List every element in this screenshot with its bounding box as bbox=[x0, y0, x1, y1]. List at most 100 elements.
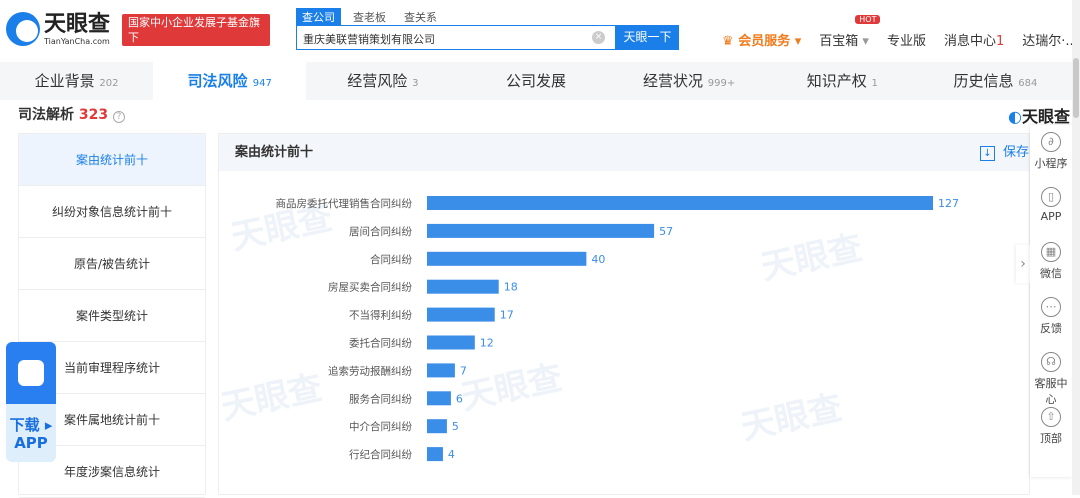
tab-count: 1 bbox=[871, 78, 878, 89]
vip-service-menu[interactable]: ♛ 会员服务 ▾ bbox=[722, 30, 801, 49]
section-heading: 司法解析 323 ? bbox=[18, 104, 125, 124]
certification-badge: 国家中小企业发展子基金旗下官方备案企业征信机构 bbox=[122, 14, 270, 59]
value-label: 7 bbox=[460, 364, 467, 377]
category-label: 服务合同纠纷 bbox=[349, 392, 412, 405]
brand-logo: ◐天眼查 bbox=[1008, 107, 1070, 126]
collapse-arrow-icon[interactable]: › bbox=[1016, 245, 1030, 283]
category-label: 合同纠纷 bbox=[370, 253, 412, 266]
toolbox-menu[interactable]: HOT 百宝箱 ▾ bbox=[819, 15, 881, 49]
bar[interactable] bbox=[427, 363, 455, 378]
bar[interactable] bbox=[427, 335, 475, 350]
category-label: 房屋买卖合同纠纷 bbox=[328, 281, 412, 294]
value-label: 6 bbox=[456, 392, 463, 405]
scrollbar-thumb[interactable] bbox=[1073, 58, 1079, 118]
tab-3[interactable]: 公司发展 bbox=[459, 62, 612, 100]
value-label: 12 bbox=[480, 337, 494, 350]
search-input[interactable]: 重庆美联营销策划有限公司 bbox=[296, 25, 616, 50]
hot-badge: HOT bbox=[855, 15, 881, 24]
headset-icon: ☊ bbox=[1041, 352, 1061, 372]
value-label: 40 bbox=[591, 253, 605, 266]
search-tab-boss[interactable]: 查老板 bbox=[347, 8, 392, 26]
bar[interactable] bbox=[427, 279, 499, 294]
category-label: 中介合同纠纷 bbox=[349, 420, 412, 433]
phone-icon: ▯ bbox=[1041, 187, 1061, 207]
toolbar-label: APP bbox=[1040, 210, 1062, 223]
main-tabs: 企业背景 202 司法风险 947 经营风险 3 公司发展 经营状况 999+ 知识产权… bbox=[0, 62, 1072, 100]
logo[interactable]: 天眼查 TianYanCha.com bbox=[6, 12, 110, 46]
right-toolbar: ∂ 小程序 ▯ APP ▦ 微信 ⋯ 反馈 ☊ 客服中心 ⇧ 顶部 bbox=[1030, 125, 1072, 477]
category-label: 商品房委托代理销售合同纠纷 bbox=[276, 197, 413, 210]
mini-program-icon: ∂ bbox=[1041, 132, 1061, 152]
category-label: 委托合同纠纷 bbox=[349, 337, 412, 350]
toolbar-item-3[interactable]: ⋯ 反馈 bbox=[1030, 290, 1072, 345]
tab-count: 947 bbox=[252, 78, 272, 89]
value-label: 17 bbox=[500, 309, 514, 322]
value-label: 4 bbox=[448, 448, 455, 461]
tab-6[interactable]: 历史信息 684 bbox=[919, 62, 1072, 100]
tab-label: 历史信息 bbox=[953, 72, 1014, 90]
stat-menu-item[interactable]: 案件类型统计 bbox=[19, 290, 205, 342]
tab-1[interactable]: 司法风险 947 bbox=[153, 62, 307, 100]
toolbar-item-2[interactable]: ▦ 微信 bbox=[1030, 235, 1072, 290]
tab-2[interactable]: 经营风险 3 bbox=[306, 62, 459, 100]
bar[interactable] bbox=[427, 307, 495, 322]
download-icon: ↓ bbox=[979, 146, 995, 161]
tab-5[interactable]: 知识产权 1 bbox=[766, 62, 919, 100]
tab-count: 3 bbox=[412, 78, 419, 89]
category-label: 居间合同纠纷 bbox=[349, 225, 412, 238]
category-label: 追索劳动报酬纠纷 bbox=[328, 364, 412, 377]
top-nav: ♛ 会员服务 ▾ HOT 百宝箱 ▾ 专业版 消息中心1 达瑞尔·... bbox=[722, 15, 1080, 49]
value-label: 18 bbox=[504, 281, 518, 294]
message-center-link[interactable]: 消息中心1 bbox=[944, 30, 1004, 49]
tab-label: 知识产权 bbox=[806, 72, 867, 90]
tab-count: 202 bbox=[99, 78, 119, 89]
pro-link[interactable]: 专业版 bbox=[887, 30, 926, 49]
search-tab-company[interactable]: 查公司 bbox=[296, 8, 341, 26]
bar[interactable] bbox=[427, 223, 655, 238]
logo-domain: TianYanCha.com bbox=[44, 36, 110, 46]
toolbar-item-4[interactable]: ☊ 客服中心 bbox=[1030, 345, 1072, 406]
logo-text: 天眼查 bbox=[44, 11, 111, 37]
qrcode-icon: ▦ bbox=[1041, 242, 1061, 262]
search-tab-relation[interactable]: 查关系 bbox=[398, 8, 443, 26]
section-count: 323 bbox=[78, 107, 109, 123]
value-label: 127 bbox=[938, 197, 959, 210]
help-icon[interactable]: ? bbox=[112, 111, 125, 123]
section-title: 司法解析 bbox=[18, 107, 74, 123]
tab-label: 经营风险 bbox=[347, 72, 408, 90]
bar[interactable] bbox=[427, 419, 447, 434]
tab-count: 999+ bbox=[707, 78, 736, 89]
stat-menu-item[interactable]: 原告/被告统计 bbox=[19, 238, 205, 290]
user-menu[interactable]: 达瑞尔·... bbox=[1022, 30, 1078, 49]
search-button[interactable]: 天眼一下 bbox=[616, 25, 679, 50]
tab-label: 司法风险 bbox=[187, 72, 248, 90]
save-label: 保存 bbox=[1002, 145, 1029, 160]
badge-line: 国家中小企业发展子基金旗下 bbox=[128, 16, 260, 44]
brand-text: 天眼查 bbox=[1021, 107, 1070, 126]
badge-line: 官方备案企业征信机构 bbox=[128, 46, 258, 59]
toolbar-item-0[interactable]: ∂ 小程序 bbox=[1030, 125, 1072, 180]
bar[interactable] bbox=[427, 447, 443, 462]
value-label: 5 bbox=[452, 420, 459, 433]
bar[interactable] bbox=[427, 251, 587, 266]
app-label: APP bbox=[14, 434, 48, 452]
bar[interactable] bbox=[427, 391, 451, 406]
save-button[interactable]: ↓ 保存 bbox=[979, 134, 1029, 171]
toolbar-label: 小程序 bbox=[1034, 157, 1068, 170]
stat-menu-item[interactable]: 案由统计前十 bbox=[19, 134, 205, 186]
stat-menu-item[interactable]: 纠纷对象信息统计前十 bbox=[19, 186, 205, 238]
toolbar-item-5[interactable]: ⇧ 顶部 bbox=[1030, 400, 1072, 455]
toolbar-item-1[interactable]: ▯ APP bbox=[1030, 180, 1072, 235]
tab-0[interactable]: 企业背景 202 bbox=[0, 62, 153, 100]
logo-icon bbox=[6, 12, 40, 46]
scrollbar[interactable] bbox=[1072, 0, 1080, 495]
bar[interactable] bbox=[427, 196, 933, 210]
panel-title: 案由统计前十 bbox=[235, 145, 314, 160]
message-count: 1 bbox=[995, 34, 1005, 49]
download-app-widget[interactable]: 下载 ▸ APP bbox=[6, 342, 56, 462]
tab-4[interactable]: 经营状况 999+ bbox=[613, 62, 766, 100]
toolbar-label: 反馈 bbox=[1040, 322, 1062, 335]
value-label: 57 bbox=[659, 225, 673, 238]
clear-icon[interactable]: × bbox=[592, 31, 605, 44]
tab-label: 公司发展 bbox=[505, 72, 566, 90]
